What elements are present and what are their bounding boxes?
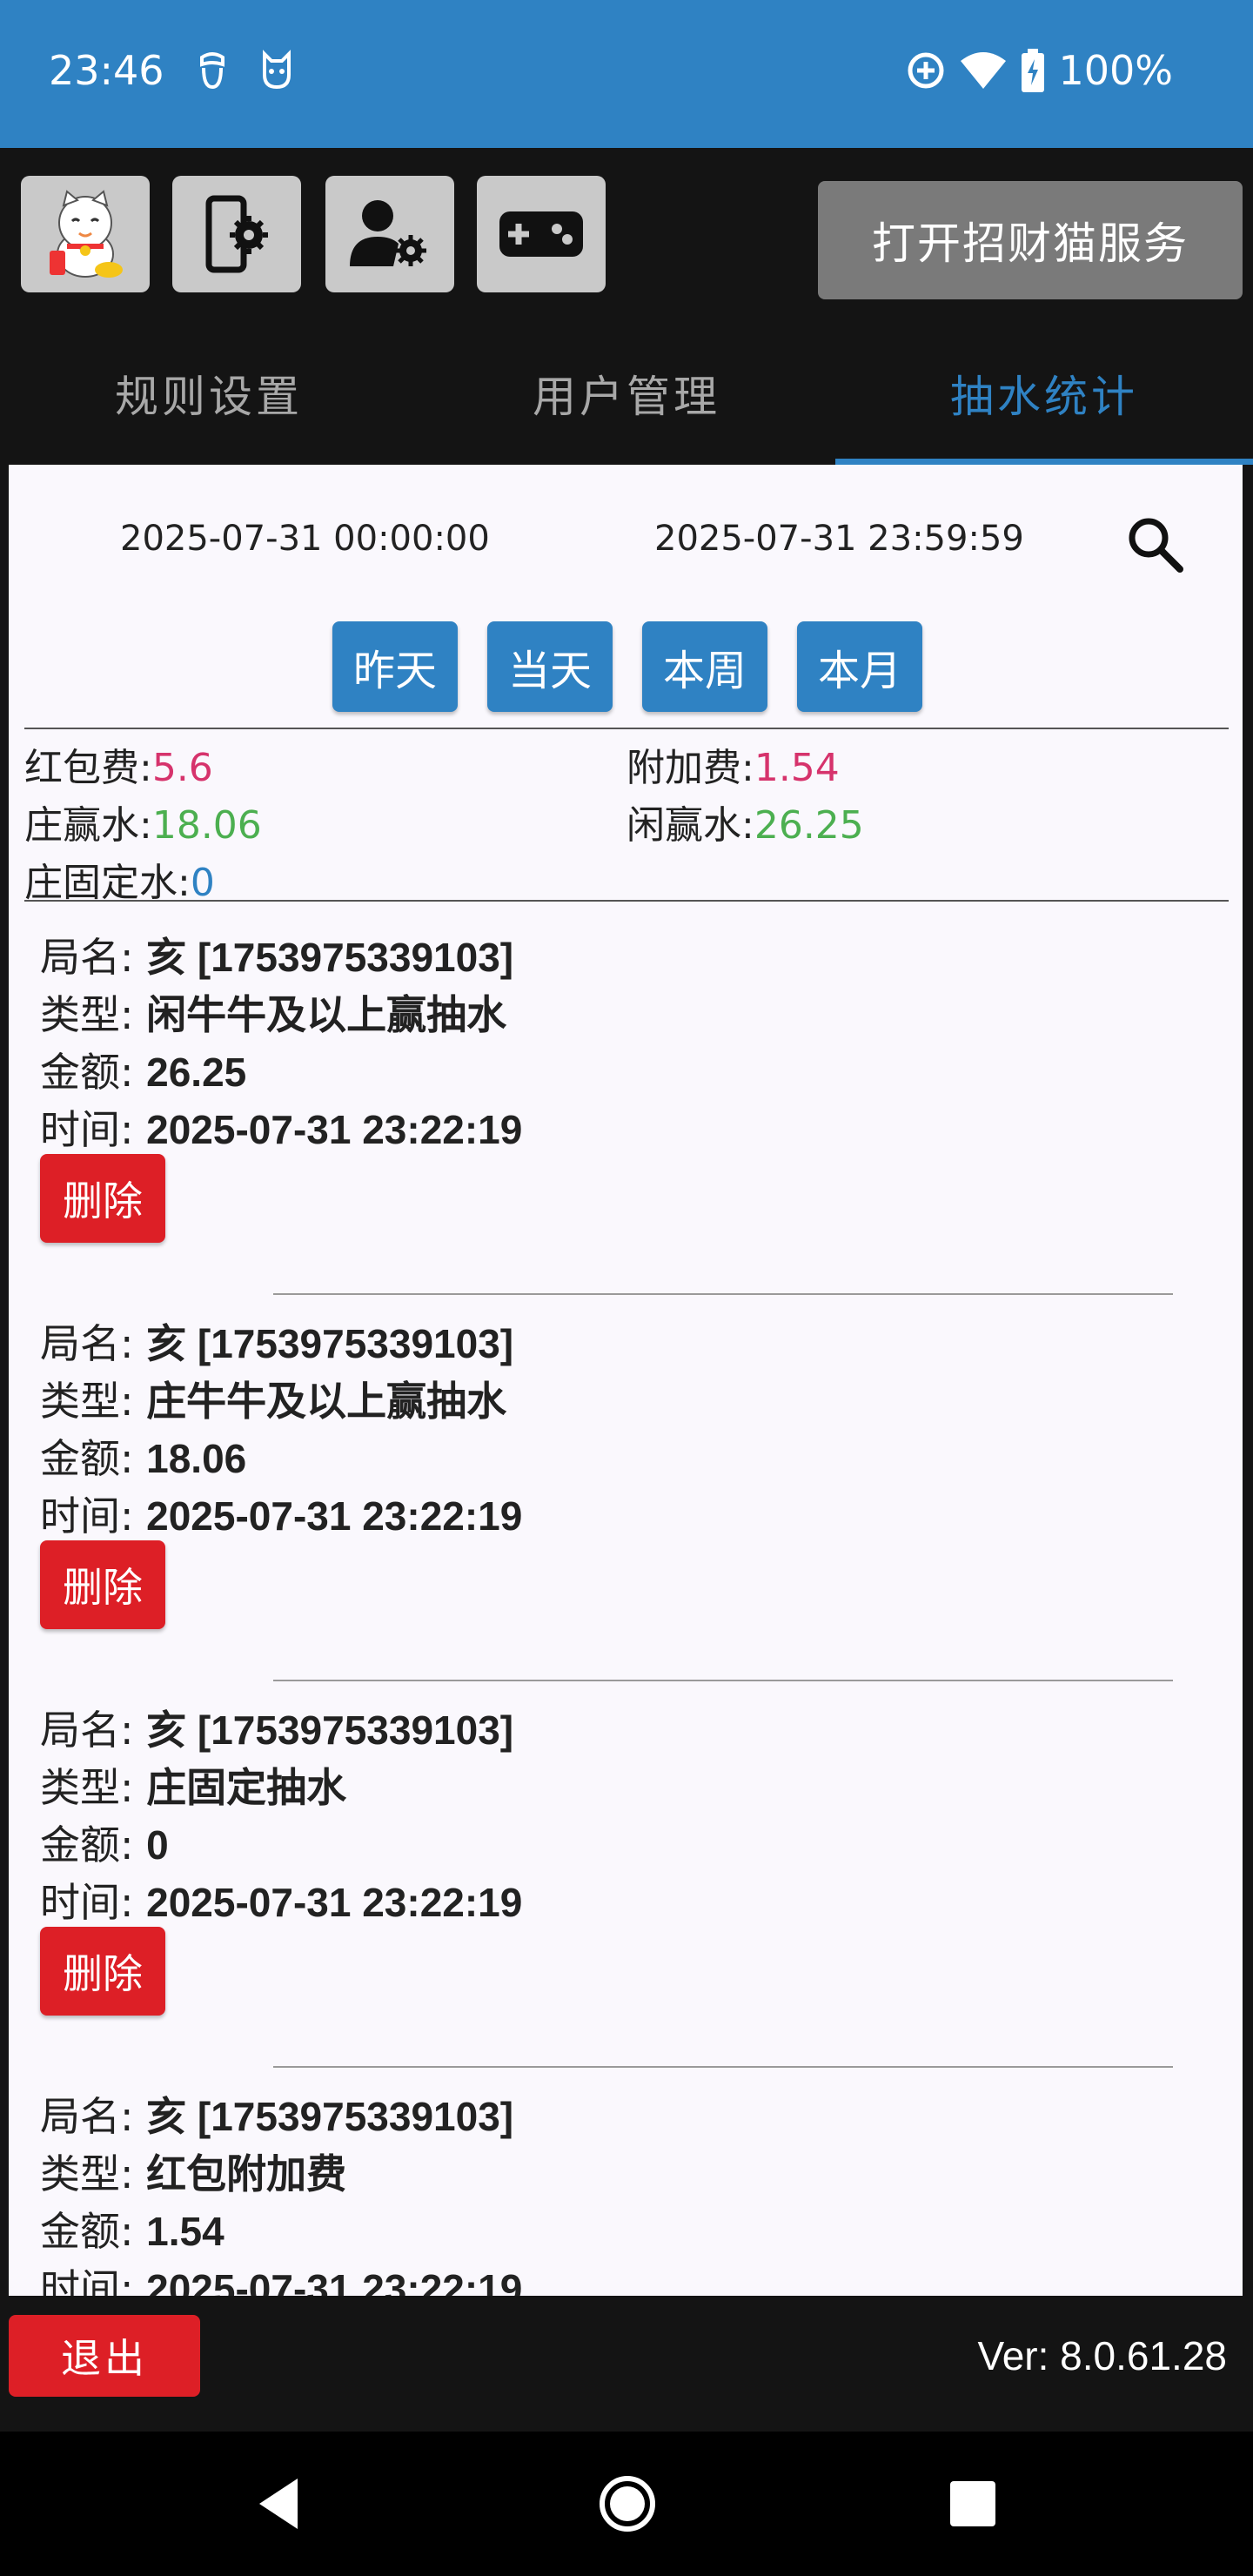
record-divider <box>273 1293 1173 1295</box>
red-packet-fee-label: 红包费: <box>24 746 152 790</box>
search-icon[interactable] <box>1124 513 1185 574</box>
record-item: 局名: 亥 [1753975339103] 类型: 红包附加费 金额: 1.54… <box>9 2070 1243 2296</box>
navigation-bar <box>0 2432 1253 2576</box>
record-time: 时间: 2025-07-31 23:22:19 <box>40 1879 523 1926</box>
status-bar: 23:46 100% <box>0 0 1253 148</box>
record-amount: 金额: 1.54 <box>40 2208 224 2255</box>
open-service-button[interactable]: 打开招财猫服务 <box>818 181 1243 299</box>
back-icon[interactable] <box>252 2473 305 2534</box>
version-label: Ver: 8.0.61.28 <box>977 2333 1227 2378</box>
summary-panel: 红包费:5.6 附加费:1.54 庄赢水:18.06 闲赢水:26.25 庄固定… <box>24 728 1229 905</box>
red-packet-fee: 红包费:5.6 <box>24 736 213 792</box>
toolbar: 打开招财猫服务 <box>0 148 1253 322</box>
red-packet-fee-value: 5.6 <box>151 746 213 790</box>
record-time: 时间: 2025-07-31 23:22:19 <box>40 2265 523 2296</box>
record-time: 时间: 2025-07-31 23:22:19 <box>40 1106 523 1153</box>
record-type: 类型: 庄固定抽水 <box>40 1764 347 1811</box>
banker-fixed-rake: 庄固定水:0 <box>24 851 215 907</box>
record-list: 局名: 亥 [1753975339103] 类型: 闲牛牛及以上赢抽水 金额: … <box>9 910 1243 2296</box>
banker-win-value: 18.06 <box>151 803 262 848</box>
delete-button[interactable]: 删除 <box>40 1927 165 2016</box>
record-type: 类型: 闲牛牛及以上赢抽水 <box>40 991 507 1038</box>
gamepad-icon <box>499 211 583 257</box>
tab-user-management[interactable]: 用户管理 <box>418 322 835 465</box>
tab-bar: 规则设置 用户管理 抽水统计 <box>0 322 1253 465</box>
end-date-field[interactable]: 2025-07-31 23:59:59 <box>654 519 1024 559</box>
start-date-field[interactable]: 2025-07-31 00:00:00 <box>120 519 490 559</box>
exit-button[interactable]: 退出 <box>9 2315 200 2397</box>
banker-win-rake: 庄赢水:18.06 <box>24 794 262 849</box>
delete-button[interactable]: 删除 <box>40 1540 165 1629</box>
record-item: 局名: 亥 [1753975339103] 类型: 庄牛牛及以上赢抽水 金额: … <box>9 1297 1243 1683</box>
recents-icon[interactable] <box>948 2473 997 2534</box>
record-divider <box>273 2066 1173 2068</box>
status-time: 23:46 <box>49 47 164 94</box>
battery-percent: 100% <box>1058 47 1173 94</box>
extra-fee: 附加费:1.54 <box>626 736 840 792</box>
tab-rule-settings[interactable]: 规则设置 <box>0 322 418 465</box>
data-saver-icon <box>908 52 944 89</box>
record-amount: 金额: 26.25 <box>40 1049 247 1096</box>
record-amount: 金额: 0 <box>40 1821 169 1868</box>
record-item: 局名: 亥 [1753975339103] 类型: 庄固定抽水 金额: 0 时间… <box>9 1683 1243 2070</box>
status-right: 100% <box>905 47 1173 94</box>
user-settings-icon <box>350 200 426 266</box>
extra-fee-value: 1.54 <box>754 746 840 790</box>
date-range-row: 2025-07-31 00:00:00 2025-07-31 23:59:59 <box>9 465 1243 595</box>
player-win-value: 26.25 <box>754 803 864 848</box>
banker-fixed-label: 庄固定水: <box>24 861 191 905</box>
record-name: 局名: 亥 [1753975339103] <box>40 2093 514 2140</box>
filter-this-month-button[interactable]: 本月 <box>797 621 922 712</box>
record-type: 类型: 红包附加费 <box>40 2150 347 2197</box>
bottom-bar: 退出 Ver: 8.0.61.28 <box>0 2296 1253 2432</box>
filter-yesterday-button[interactable]: 昨天 <box>332 621 458 712</box>
record-name: 局名: 亥 [1753975339103] <box>40 1707 514 1754</box>
record-name: 局名: 亥 [1753975339103] <box>40 1320 514 1367</box>
player-win-rake: 闲赢水:26.25 <box>626 794 864 849</box>
banker-win-label: 庄赢水: <box>24 803 152 848</box>
record-item: 局名: 亥 [1753975339103] 类型: 闲牛牛及以上赢抽水 金额: … <box>9 910 1243 1297</box>
banker-fixed-value: 0 <box>190 861 215 905</box>
extra-fee-label: 附加费: <box>626 746 754 790</box>
player-win-label: 闲赢水: <box>626 803 754 848</box>
phone-settings-button[interactable] <box>172 176 301 292</box>
lucky-cat-button[interactable] <box>21 176 150 292</box>
delete-button[interactable]: 删除 <box>40 1154 165 1243</box>
wifi-icon <box>961 52 1007 89</box>
gamepad-button[interactable] <box>477 176 606 292</box>
cat-notification-icon <box>263 50 291 90</box>
record-divider <box>273 1680 1173 1681</box>
battery-charging-icon <box>1022 49 1045 92</box>
record-type: 类型: 庄牛牛及以上赢抽水 <box>40 1378 507 1425</box>
filter-today-button[interactable]: 当天 <box>487 621 613 712</box>
face-notification-icon <box>200 52 224 90</box>
record-time: 时间: 2025-07-31 23:22:19 <box>40 1493 523 1540</box>
lucky-cat-icon <box>50 190 123 278</box>
record-amount: 金额: 18.06 <box>40 1435 247 1482</box>
record-name: 局名: 亥 [1753975339103] <box>40 934 514 981</box>
quick-filter-row: 昨天 当天 本周 本月 <box>332 621 922 712</box>
phone-settings-icon <box>205 195 268 273</box>
content-panel: 2025-07-31 00:00:00 2025-07-31 23:59:59 … <box>9 465 1243 2296</box>
user-settings-button[interactable] <box>325 176 454 292</box>
tab-rake-statistics[interactable]: 抽水统计 <box>835 322 1253 465</box>
filter-this-week-button[interactable]: 本周 <box>642 621 767 712</box>
home-icon[interactable] <box>597 2473 658 2534</box>
